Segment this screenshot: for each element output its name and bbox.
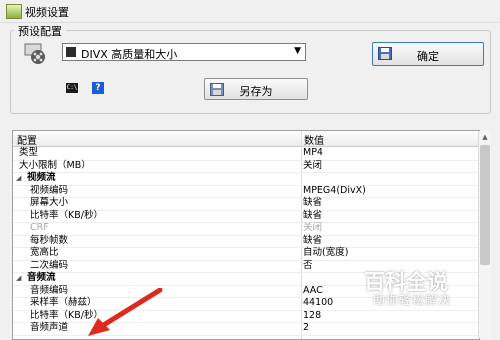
row-name: 视频流 (27, 172, 56, 183)
row-value: 自动(宽度) (303, 247, 349, 258)
ok-button-label: 确定 (417, 50, 439, 63)
preset-select[interactable]: DIVX 高质量和大小 ▼ (62, 43, 306, 61)
row-name: 音频编码 (30, 284, 69, 296)
row-value: 2 (303, 322, 310, 333)
grid-scrollbar[interactable]: ▲ (478, 131, 491, 338)
row-value: 关闭 (303, 222, 323, 233)
scrollbar-thumb[interactable] (480, 145, 490, 265)
grid-row[interactable]: CRF 关闭 (13, 222, 479, 236)
row-value: 缺省 (303, 209, 323, 221)
row-name: 大小限制（MB） (19, 159, 91, 171)
row-value: 缺省 (303, 197, 323, 208)
save-as-button[interactable]: 另存为 (204, 78, 308, 100)
row-name: 比特率（KB/秒） (30, 209, 103, 221)
row-name: 音频流 (27, 272, 56, 283)
preset-group-label: 预设配置 (14, 23, 66, 39)
row-value: MP4 (303, 147, 323, 158)
grid-header: 配置 数值 (13, 131, 479, 147)
collapse-triangle-icon[interactable]: ◢ (16, 172, 21, 184)
row-value: MPEG4(DivX) (303, 184, 366, 196)
row-name: 屏幕大小 (30, 197, 69, 208)
grid-row[interactable]: 大小限制（MB） 关闭 (13, 159, 479, 173)
film-reel-icon (24, 43, 45, 64)
ok-button[interactable]: 确定 (372, 42, 484, 66)
grid-row[interactable]: 类型 MP4 (13, 147, 479, 161)
row-name: CRF (30, 222, 49, 233)
grid-row[interactable]: 比特率（KB/秒） 缺省 (13, 209, 479, 223)
red-arrow-annotation (88, 288, 163, 336)
row-value: AAC (303, 284, 323, 296)
collapse-triangle-icon[interactable]: ◢ (16, 272, 21, 284)
column-header-value: 数值 (304, 136, 324, 147)
grid-row[interactable]: 每秒帧数 缺省 (13, 234, 479, 248)
chevron-down-icon: ▼ (294, 46, 301, 56)
scroll-up-arrow-icon[interactable]: ▲ (479, 131, 491, 143)
film-icon (66, 47, 76, 57)
row-name: 类型 (19, 147, 39, 158)
title-bar: 视频设置 (0, 0, 500, 23)
row-name: 宽高比 (30, 247, 59, 258)
row-value: 128 (303, 309, 322, 321)
grid-row[interactable]: 宽高比 自动(宽度) (13, 247, 479, 261)
grid-row[interactable]: 视频编码 MPEG4(DivX) (13, 184, 479, 198)
grid-category-video[interactable]: ◢ 视频流 (13, 172, 479, 186)
row-value: 否 (303, 259, 313, 271)
row-name: 视频编码 (30, 184, 69, 196)
app-icon (6, 4, 22, 19)
row-name: 音频声道 (30, 322, 69, 333)
row-name: 二次编码 (30, 259, 69, 271)
window-title: 视频设置 (25, 6, 69, 19)
help-icon[interactable]: ? (92, 82, 104, 94)
preset-select-value: DIVX 高质量和大小 (81, 48, 178, 61)
row-value: 44100 (303, 297, 334, 308)
watermark-tagline: 助你轻松解决 (373, 293, 452, 307)
row-name: 每秒帧数 (30, 234, 69, 246)
column-header-name: 配置 (17, 136, 37, 147)
save-as-label: 另存为 (239, 85, 273, 98)
row-value: 关闭 (303, 159, 323, 171)
row-value: 缺省 (303, 234, 323, 246)
grid-row[interactable]: 屏幕大小 缺省 (13, 197, 479, 211)
command-prompt-icon[interactable]: C:\ (66, 83, 78, 93)
